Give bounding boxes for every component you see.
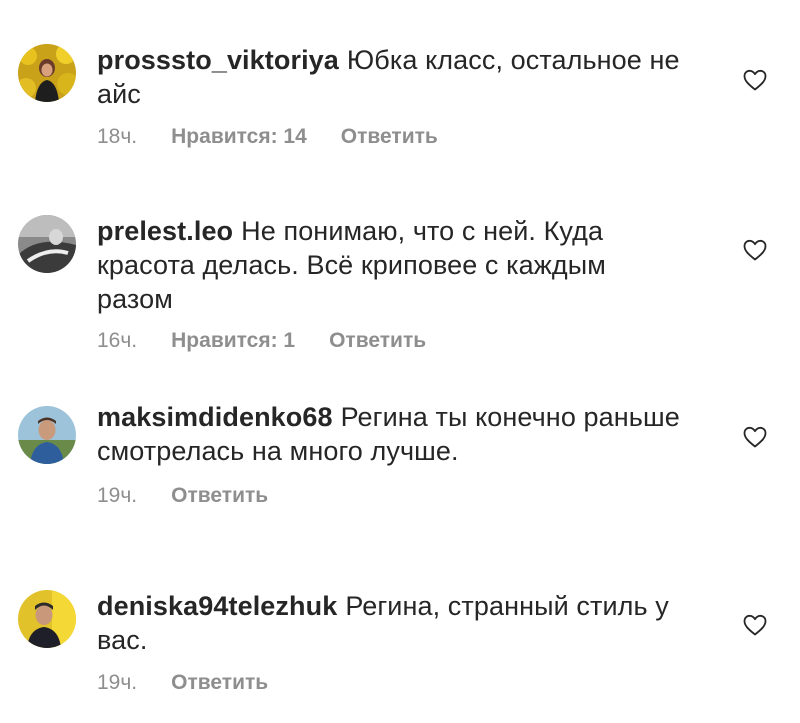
comment-username[interactable]: deniska94telezhuk	[97, 591, 337, 621]
reply-button[interactable]: Ответить	[329, 329, 426, 352]
comment-meta: 19ч. Ответить	[97, 671, 268, 695]
comment-meta: 19ч. Ответить	[97, 484, 268, 508]
reply-button[interactable]: Ответить	[171, 484, 268, 507]
comment-meta: 16ч. Нравится: 1 Ответить	[97, 329, 426, 353]
comment-text: prelest.leo Не понимаю, что с ней. Куда к…	[97, 214, 687, 316]
comment-username[interactable]: maksimdidenko68	[97, 402, 333, 432]
avatar[interactable]	[18, 406, 76, 464]
comment-text: deniska94telezhuk Регина, странный стиль …	[97, 589, 687, 657]
comment-time[interactable]: 19ч.	[97, 671, 137, 694]
heart-outline-icon[interactable]	[742, 613, 768, 637]
comment-username[interactable]: prelest.leo	[97, 216, 233, 246]
comment-likes[interactable]: Нравится: 1	[171, 329, 295, 352]
comment-username[interactable]: prosssto_viktoriya	[97, 45, 339, 75]
reply-button[interactable]: Ответить	[341, 125, 438, 148]
avatar[interactable]	[18, 215, 76, 273]
comment-likes[interactable]: Нравится: 14	[171, 125, 307, 148]
comment-time[interactable]: 18ч.	[97, 125, 137, 148]
comment-text: maksimdidenko68 Регина ты конечно раньше …	[97, 400, 687, 468]
comment-time[interactable]: 16ч.	[97, 329, 137, 352]
comment-meta: 18ч. Нравится: 14 Ответить	[97, 125, 438, 149]
heart-outline-icon[interactable]	[742, 238, 768, 262]
avatar[interactable]	[18, 44, 76, 102]
avatar[interactable]	[18, 590, 76, 648]
heart-outline-icon[interactable]	[742, 425, 768, 449]
reply-button[interactable]: Ответить	[171, 671, 268, 694]
comment-time[interactable]: 19ч.	[97, 484, 137, 507]
comment-text: prosssto_viktoriya Юбка класс, остальное …	[97, 43, 687, 111]
heart-outline-icon[interactable]	[742, 68, 768, 92]
